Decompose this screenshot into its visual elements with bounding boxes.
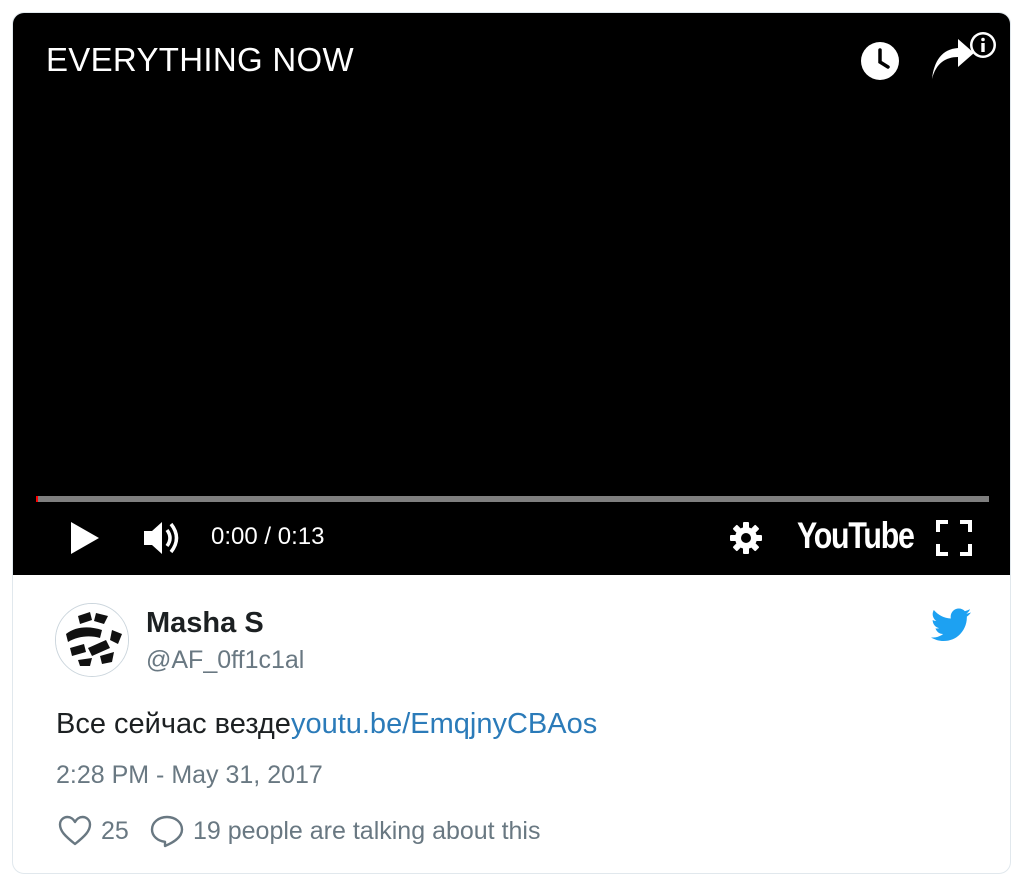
youtube-logo[interactable]: YouTube — [797, 515, 915, 557]
time-display: 0:00 / 0:13 — [211, 523, 325, 550]
play-icon[interactable] — [65, 519, 103, 557]
twitter-bird-icon[interactable] — [931, 607, 971, 643]
author-handle[interactable]: @AF_0ff1c1al — [146, 646, 304, 675]
clock-icon[interactable] — [860, 41, 900, 81]
tweet-link[interactable]: youtu.be/EmqjnyCBAos — [291, 708, 597, 740]
tweet-timestamp[interactable]: 2:28 PM - May 31, 2017 — [56, 761, 323, 790]
tweet-text: Все сейчас вездеyoutu.be/EmqjnyCBAos — [56, 708, 597, 741]
tweet-body: Все сейчас везде — [56, 708, 291, 740]
video-title[interactable]: EVERYTHING NOW — [46, 41, 354, 79]
tweet-embed-card: EVERYTHING NOW 0:00 / 0:13 YouTube Masha… — [12, 12, 1011, 874]
progress-bar[interactable] — [36, 496, 989, 502]
volume-icon[interactable] — [141, 517, 187, 559]
gear-icon[interactable] — [726, 518, 766, 558]
avatar[interactable] — [55, 603, 129, 677]
youtube-player[interactable]: EVERYTHING NOW 0:00 / 0:13 YouTube — [13, 13, 1010, 575]
progress-played — [36, 496, 38, 502]
fullscreen-icon[interactable] — [935, 519, 973, 557]
author-name[interactable]: Masha S — [146, 607, 264, 640]
speech-bubble-icon[interactable] — [149, 813, 185, 849]
info-icon[interactable] — [969, 31, 997, 59]
talking-about-count[interactable]: 19 people are talking about this — [193, 817, 540, 846]
heart-icon[interactable] — [57, 813, 93, 849]
like-count[interactable]: 25 — [101, 817, 129, 846]
